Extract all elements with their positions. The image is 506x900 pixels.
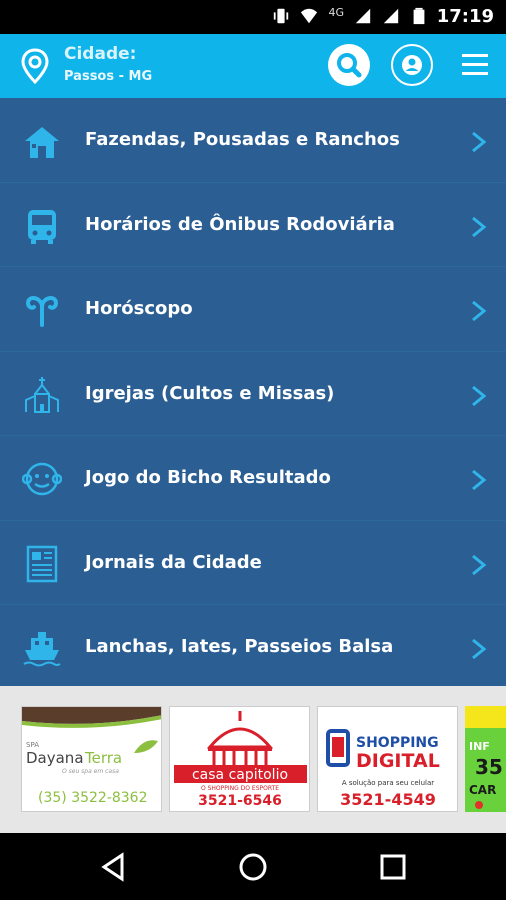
svg-text:casa capitolio: casa capitolio — [192, 767, 288, 783]
status-bar: 4G 17:19 — [0, 0, 506, 34]
item-label: Fazendas, Pousadas e Ranchos — [85, 129, 400, 150]
chevron-right-icon — [472, 469, 487, 491]
ad-dayana-terra[interactable]: SPA Dayana Terra O seu spa em casa (35) … — [21, 706, 162, 812]
home-icon[interactable] — [237, 851, 269, 883]
list-item[interactable]: Jornais da Cidade — [0, 521, 506, 605]
category-list: Fazendas, Pousadas e Ranchos Horários de… — [0, 98, 506, 686]
network-type: 4G — [328, 5, 344, 19]
city-label[interactable]: Cidade: — [64, 44, 136, 64]
partial-ad-logo: INF 35 CAR — [465, 706, 506, 809]
item-label: Lanchas, Iates, Passeios Balsa — [85, 636, 394, 657]
system-nav-bar — [0, 833, 506, 900]
recents-icon[interactable] — [377, 851, 409, 883]
wifi-icon — [301, 8, 318, 24]
signal-icon-2 — [383, 8, 399, 24]
item-label: Horóscopo — [85, 298, 193, 319]
bus-icon — [28, 209, 56, 244]
svg-text:O SHOPPING DO ESPORTE: O SHOPPING DO ESPORTE — [201, 785, 279, 792]
svg-text:SHOPPING: SHOPPING — [356, 735, 439, 751]
item-label: Jornais da Cidade — [85, 551, 262, 573]
city-value[interactable]: Passos - MG — [64, 69, 152, 84]
clock: 17:19 — [436, 6, 494, 27]
search-icon — [337, 53, 362, 78]
back-icon[interactable] — [98, 851, 130, 883]
svg-text:A solução para seu celular: A solução para seu celular — [342, 779, 434, 787]
dayana-terra-logo: SPA Dayana Terra O seu spa em casa (35) … — [22, 707, 161, 806]
signal-icon — [355, 8, 371, 24]
svg-text:3521-4549: 3521-4549 — [340, 790, 436, 809]
vibrate-icon — [274, 8, 289, 24]
svg-text:CAR: CAR — [469, 783, 496, 797]
svg-text:O seu spa em casa: O seu spa em casa — [62, 768, 119, 775]
svg-text:35: 35 — [475, 755, 503, 779]
svg-text:Terra: Terra — [84, 749, 122, 767]
ad-casa-capitolio[interactable]: casa capitolio O SHOPPING DO ESPORTE 352… — [169, 706, 310, 812]
aries-icon — [25, 296, 59, 327]
search-button[interactable] — [328, 44, 370, 86]
svg-text:INF: INF — [469, 740, 490, 753]
status-icons: 4G — [272, 5, 428, 25]
list-item[interactable]: Igrejas (Cultos e Missas) — [0, 352, 506, 436]
list-item[interactable]: Jogo do Bicho Resultado — [0, 436, 506, 521]
svg-text:SPA: SPA — [26, 741, 39, 749]
chevron-right-icon — [472, 554, 487, 575]
item-label: Jogo do Bicho Resultado — [85, 467, 331, 488]
location-pin-icon[interactable] — [20, 48, 50, 84]
hamburger-menu-icon[interactable] — [458, 50, 492, 80]
chevron-right-icon — [472, 385, 487, 406]
ad-shopping-digital[interactable]: SHOPPING DIGITAL A solução para seu celu… — [317, 706, 458, 812]
boat-icon — [23, 632, 61, 667]
svg-text:DIGITAL: DIGITAL — [356, 750, 440, 772]
svg-text:(35) 3522-8362: (35) 3522-8362 — [38, 790, 148, 806]
church-icon — [25, 376, 59, 413]
chevron-right-icon — [472, 216, 487, 237]
ad-partial[interactable]: INF 35 CAR — [465, 706, 506, 812]
casa-capitolio-logo: casa capitolio O SHOPPING DO ESPORTE 352… — [174, 711, 307, 809]
list-item[interactable]: Horários de Ônibus Rodoviária — [0, 183, 506, 267]
monkey-icon — [22, 462, 62, 496]
svg-text:Dayana: Dayana — [26, 749, 84, 767]
app-header: Cidade: Passos - MG — [0, 34, 506, 98]
shopping-digital-logo: SHOPPING DIGITAL A solução para seu celu… — [326, 729, 440, 809]
svg-text:3521-6546: 3521-6546 — [198, 793, 282, 809]
house-icon — [25, 127, 59, 158]
chevron-right-icon — [472, 131, 487, 153]
user-button[interactable] — [391, 44, 433, 86]
list-item[interactable]: Lanchas, Iates, Passeios Balsa — [0, 605, 506, 690]
battery-icon — [413, 7, 425, 25]
newspaper-icon — [26, 545, 58, 582]
item-label: Igrejas (Cultos e Missas) — [85, 382, 335, 404]
user-icon — [402, 55, 422, 75]
ad-carousel[interactable]: SPA Dayana Terra O seu spa em casa (35) … — [0, 686, 506, 833]
list-item[interactable]: Fazendas, Pousadas e Ranchos — [0, 98, 506, 183]
chevron-right-icon — [472, 300, 487, 322]
item-label: Horários de Ônibus Rodoviária — [85, 213, 395, 235]
list-item[interactable]: Horóscopo — [0, 267, 506, 352]
chevron-right-icon — [472, 638, 487, 660]
